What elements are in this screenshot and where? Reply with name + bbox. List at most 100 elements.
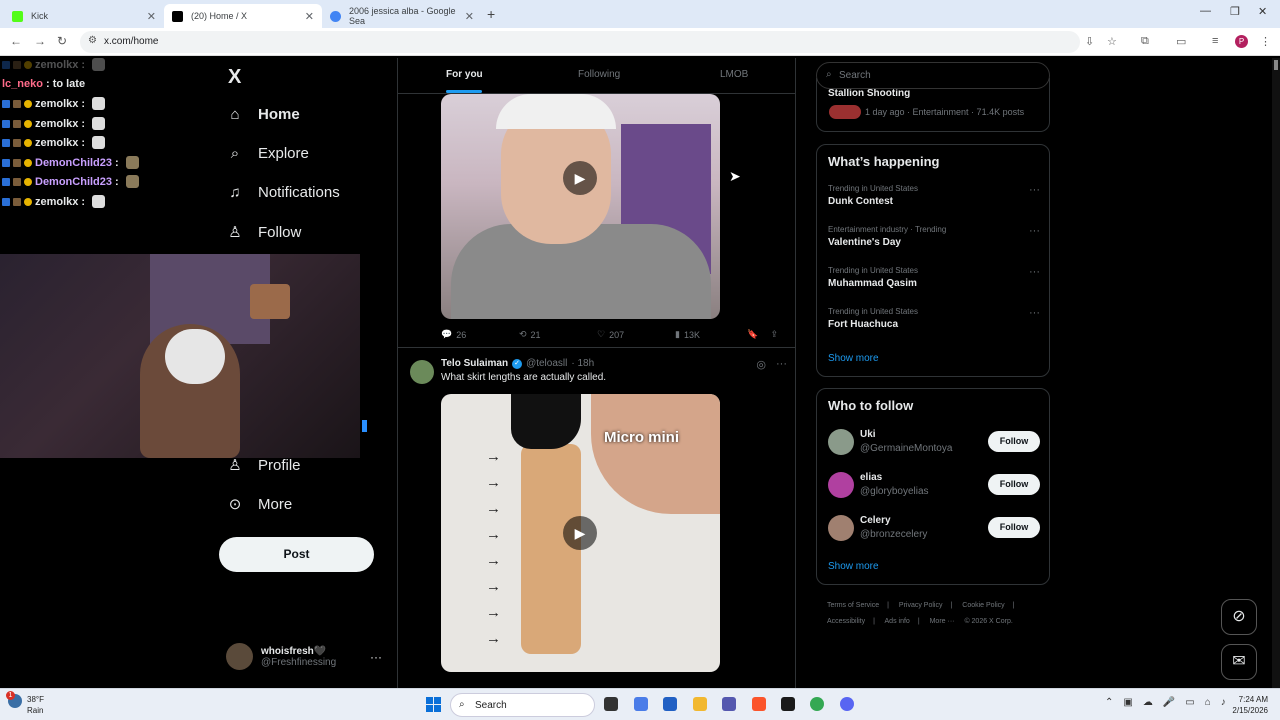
repost-button[interactable]: ⟲ 21	[519, 329, 597, 340]
footer-link-ads-info[interactable]: Ads info	[885, 618, 910, 625]
more-icon[interactable]: ···	[1029, 184, 1040, 196]
file-explorer-icon[interactable]	[693, 697, 707, 711]
media-controls-icon[interactable]: ≡	[1212, 35, 1218, 47]
avatar[interactable]	[410, 360, 434, 384]
copilot-icon[interactable]	[634, 697, 648, 711]
footer-link-more[interactable]: More ···	[930, 618, 955, 625]
new-tab-plus-icon[interactable]: +	[487, 6, 495, 22]
network-icon[interactable]: ⌂	[1205, 697, 1211, 708]
nav-explore[interactable]: ⌕ Explore	[226, 145, 309, 162]
follow-button[interactable]: Follow	[988, 517, 1040, 538]
brave-icon[interactable]	[752, 697, 766, 711]
follow-suggestion[interactable]: elias @gloryboyelias Follow	[828, 470, 1040, 502]
install-app-icon[interactable]: ⇩	[1085, 35, 1094, 48]
avatar[interactable]	[828, 515, 854, 541]
address-bar[interactable]: ⚙ x.com/home	[80, 31, 1080, 53]
chat-username[interactable]: zemolkx	[35, 118, 78, 130]
nav-follow[interactable]: ♙ Follow	[226, 223, 301, 242]
more-icon[interactable]: ···	[1029, 225, 1040, 237]
chrome-icon[interactable]	[810, 697, 824, 711]
avatar[interactable]	[828, 472, 854, 498]
tweet-time[interactable]: · 18h	[571, 358, 594, 369]
chat-username[interactable]: DemonChild23	[35, 176, 112, 188]
window-close-icon[interactable]: ✕	[1258, 5, 1267, 18]
play-icon[interactable]: ▶	[563, 516, 597, 550]
extensions-icon[interactable]: ⧉	[1141, 35, 1149, 48]
tweet-video[interactable]: ▶	[441, 94, 720, 319]
tab-search-icon[interactable]: ▭	[1176, 35, 1186, 48]
account-more-icon[interactable]: ···	[370, 650, 382, 664]
grok-icon[interactable]: ◎	[756, 358, 766, 371]
tab-for-you[interactable]: For you	[446, 69, 483, 80]
back-arrow-icon[interactable]: ←	[10, 34, 22, 48]
tweet-video[interactable]: → → → → → → → → Micro mini ▶	[441, 394, 720, 672]
chat-username[interactable]: lc_neko	[2, 78, 43, 90]
weather-widget[interactable]: 1 38°F Rain	[6, 691, 44, 716]
play-icon[interactable]: ▶	[563, 161, 597, 195]
follow-button[interactable]: Follow	[988, 431, 1040, 452]
kick-app-icon[interactable]	[781, 697, 795, 711]
nav-notifications[interactable]: ♫ Notifications	[226, 184, 339, 201]
task-view-icon[interactable]	[604, 697, 618, 711]
more-icon[interactable]: ···	[776, 358, 787, 371]
display-icon[interactable]: ▭	[1185, 697, 1194, 708]
author-handle[interactable]: @teloasll	[526, 358, 567, 369]
author-name[interactable]: Telo Sulaiman	[441, 358, 508, 369]
trend-item[interactable]: Trending in United States Dunk Contest ·…	[828, 184, 1040, 207]
nav-profile[interactable]: ♙ Profile	[226, 456, 300, 475]
chevron-up-icon[interactable]: ⌃	[1105, 697, 1113, 708]
avatar[interactable]	[828, 429, 854, 455]
chat-username[interactable]: DemonChild23	[35, 157, 112, 169]
browser-tab-x-home[interactable]: (20) Home / X ✕	[164, 4, 322, 28]
tab-following[interactable]: Following	[578, 69, 620, 80]
follow-suggestion[interactable]: Uki @GermaineMontoya Follow	[828, 427, 1040, 459]
views-button[interactable]: ▮ 13K	[675, 329, 753, 340]
chat-username[interactable]: zemolkx	[35, 137, 78, 149]
store-icon[interactable]	[663, 697, 677, 711]
post-button[interactable]: Post	[219, 537, 374, 572]
share-icon[interactable]: ⇪	[770, 329, 778, 340]
restore-icon[interactable]: ❐	[1230, 5, 1240, 18]
browser-tab-google[interactable]: 2006 jessica alba - Google Sea ✕	[322, 4, 482, 28]
follow-suggestion[interactable]: Celery @bronzecelery Follow	[828, 513, 1040, 545]
taskbar-search[interactable]: ⌕ Search	[450, 693, 595, 717]
reload-icon[interactable]: ↻	[57, 34, 67, 48]
footer-link-privacy[interactable]: Privacy Policy	[899, 602, 943, 609]
nav-more[interactable]: ⊙ More	[226, 495, 292, 514]
discord-icon[interactable]	[840, 697, 854, 711]
browser-profile-avatar[interactable]: P	[1235, 35, 1248, 48]
footer-link-terms[interactable]: Terms of Service	[827, 602, 879, 609]
show-more-link[interactable]: Show more	[828, 561, 879, 572]
messages-button[interactable]: ✉	[1221, 644, 1257, 680]
forward-arrow-icon[interactable]: →	[34, 34, 46, 48]
account-switcher[interactable]: whoisfresh🖤 @Freshfinessing	[226, 643, 336, 670]
trend-item[interactable]: Trending in United States Muhammad Qasim…	[828, 266, 1040, 289]
reply-button[interactable]: 💬 26	[441, 329, 519, 340]
footer-link-accessibility[interactable]: Accessibility	[827, 618, 865, 625]
chat-username[interactable]: zemolkx	[35, 196, 78, 208]
clock[interactable]: 7:24 AM 2/15/2026	[1224, 694, 1268, 716]
trend-item[interactable]: Entertainment industry · Trending Valent…	[828, 225, 1040, 248]
teams-icon[interactable]	[722, 697, 736, 711]
browser-menu-icon[interactable]: ⋮	[1260, 35, 1271, 48]
follow-button[interactable]: Follow	[988, 474, 1040, 495]
tray-app-icon[interactable]: ▣	[1123, 697, 1132, 708]
like-button[interactable]: ♡ 207	[597, 329, 675, 340]
show-more-link[interactable]: Show more	[828, 353, 879, 364]
bookmark-star-icon[interactable]: ☆	[1107, 35, 1117, 48]
site-info-icon[interactable]: ⚙	[88, 35, 97, 46]
more-icon[interactable]: ···	[1029, 266, 1040, 278]
cloud-icon[interactable]: ☁	[1143, 697, 1153, 708]
x-logo-icon[interactable]: X	[228, 66, 241, 89]
search-input[interactable]: ⌕ Search	[816, 62, 1050, 89]
chat-username[interactable]: zemolkx	[35, 98, 78, 110]
mic-icon[interactable]: 🎤	[1163, 697, 1175, 708]
page-scrollbar[interactable]	[1272, 58, 1280, 688]
tab-lmob[interactable]: LMOB	[720, 69, 748, 80]
tweet[interactable]: Telo Sulaiman ✓ @teloasll · 18h ◎ ··· Wh…	[398, 347, 795, 384]
windows-start-icon[interactable]	[426, 697, 441, 712]
close-icon[interactable]: ✕	[465, 10, 474, 23]
browser-tab-kick[interactable]: Kick ✕	[4, 4, 164, 28]
nav-home[interactable]: ⌂ Home	[226, 106, 299, 123]
chat-username[interactable]: zemolkx	[35, 59, 78, 71]
